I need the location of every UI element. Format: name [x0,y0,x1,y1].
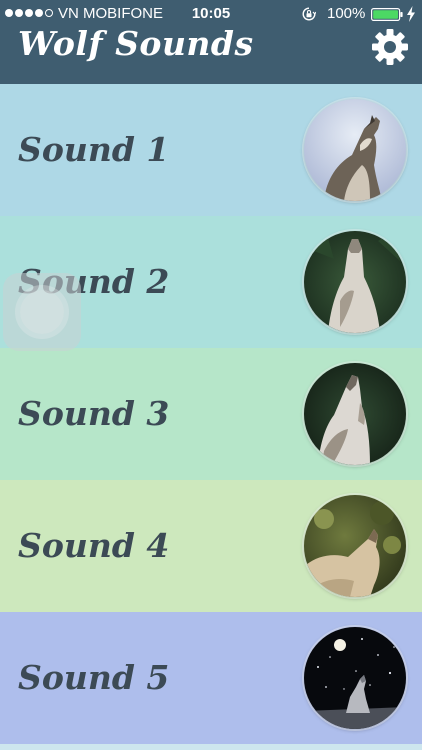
charging-bolt-icon [407,6,415,22]
sound-row-5[interactable]: Sound 5 [0,612,422,744]
wolf-moon-image-5 [304,627,406,729]
wolf-image-1 [304,99,406,201]
sound-row-3[interactable]: Sound 3 [0,348,422,480]
app-header: VN MOBIFONE 10:05 100% Wolf Sounds [0,0,422,84]
gear-icon [372,29,408,65]
sound-label: Sound 5 [18,658,170,697]
sound-row-1[interactable]: Sound 1 [0,84,422,216]
status-bar: VN MOBIFONE 10:05 100% [0,0,422,26]
settings-button[interactable] [370,27,410,67]
wolf-image-4 [304,495,406,597]
sound-list: Sound 1 Sound 2 Sound 3 Sound 4 Sound 5 [0,84,422,744]
battery-percent: 100% [327,5,366,22]
sound-label: Sound 1 [18,130,170,169]
sound-label: Sound 4 [18,526,170,565]
assistive-touch-button[interactable] [3,273,81,351]
wolf-image-3 [304,363,406,465]
rotation-lock-icon [302,7,316,21]
battery-icon [371,8,403,21]
assistive-touch-icon [20,290,64,334]
sound-row-4[interactable]: Sound 4 [0,480,422,612]
app-screen: VN MOBIFONE 10:05 100% Wolf Sounds Sound… [0,0,422,750]
wolf-image-2 [304,231,406,333]
app-title: Wolf Sounds [18,24,254,63]
sound-label: Sound 3 [18,394,170,433]
